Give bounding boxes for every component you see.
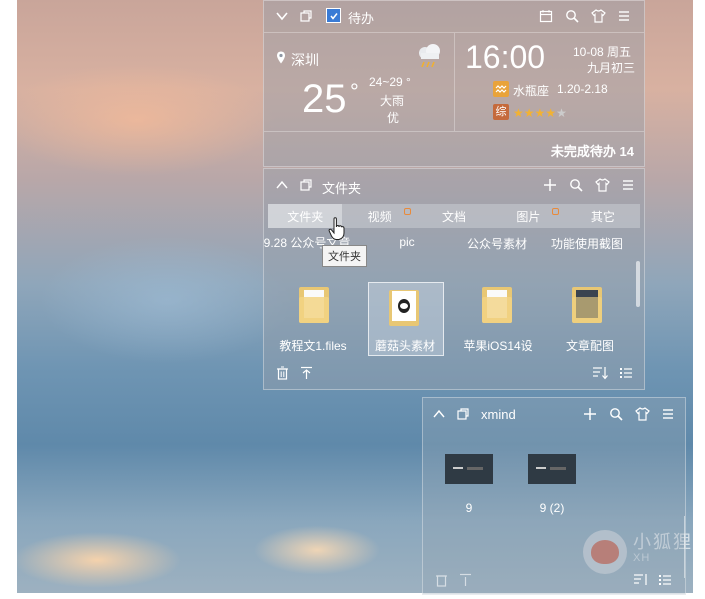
star-empty-icon: ★ <box>556 106 567 120</box>
xmind-file-label: 9 <box>465 501 473 515</box>
star-icon: ★ <box>534 106 546 120</box>
pending-divider <box>264 131 644 132</box>
weather-widget[interactable]: 深圳 25 ° 24~29 ° 大雨 优 <box>264 33 454 131</box>
shirt-theme-icon[interactable] <box>588 6 608 26</box>
chevron-down-icon[interactable] <box>272 6 292 26</box>
folder-tabs: 文件夹 视频 文档 图片 其它 <box>268 204 640 228</box>
lunar-date: 九月初三 <box>587 61 636 75</box>
menu-icon[interactable] <box>658 404 678 424</box>
scrollbar-thumb[interactable] <box>684 516 685 578</box>
menu-icon[interactable] <box>618 175 638 195</box>
plus-icon[interactable] <box>580 404 600 424</box>
tab-label: 文件夹 <box>287 209 324 224</box>
folder-name: pic <box>399 235 415 249</box>
folder-icon <box>299 285 329 323</box>
folder-name: 功能使用截图 <box>550 237 623 251</box>
plus-icon[interactable] <box>540 175 560 195</box>
xmind-panel-header: xmind <box>423 399 685 429</box>
tab-images[interactable]: 图片 <box>491 204 565 228</box>
folder-icon <box>572 285 602 323</box>
todo-panel-header: 待办 <box>264 1 644 31</box>
xmind-file-label: 9 (2) <box>539 501 565 515</box>
search-icon[interactable] <box>566 175 586 195</box>
star-icon: ★ <box>545 106 557 120</box>
trash-icon[interactable] <box>272 363 292 383</box>
pending-count: 14 <box>619 144 634 159</box>
todo-panel: 待办 深圳 25 ° 24~29 ° 大雨 优 16:00 10-08 周五 九… <box>263 0 645 167</box>
weather-temp-unit: ° <box>350 79 359 104</box>
new-badge-icon <box>404 208 412 215</box>
chevron-up-icon[interactable] <box>429 404 449 424</box>
rain-cloud-icon <box>416 43 444 74</box>
sort-icon[interactable] <box>590 363 610 383</box>
clock-widget[interactable]: 16:00 10-08 周五 九月初三 水瓶座 1.20-2.18 综 ★★★★… <box>455 33 644 131</box>
shirt-theme-icon[interactable] <box>632 404 652 424</box>
tab-label: 视频 <box>367 209 392 224</box>
window-restore-icon[interactable] <box>296 6 316 26</box>
clock-date: 10-08 周五 <box>573 45 632 59</box>
window-restore-icon[interactable] <box>296 175 316 195</box>
fortune-rating: ★★★★★ <box>513 104 567 122</box>
tab-label: 其它 <box>590 209 615 224</box>
folder-icon <box>389 288 419 326</box>
folder-panel: 文件夹 文件夹 视频 文档 图片 其它 9.28 公众号文章 pic 公众号素材… <box>263 168 645 390</box>
zodiac-dates: 1.20-2.18 <box>557 82 608 96</box>
folder-panel-header: 文件夹 <box>264 170 644 200</box>
air-quality: 优 <box>387 111 400 125</box>
fortune-icon: 综 <box>493 104 509 120</box>
weather-range: 24~29 ° <box>369 75 411 89</box>
xmind-panel: xmind 9 9 (2) <box>422 397 686 595</box>
menu-icon[interactable] <box>614 6 634 26</box>
xmind-file-thumbnail[interactable] <box>445 454 493 484</box>
list-view-icon[interactable] <box>616 363 636 383</box>
folder-label: 教程文1.files <box>279 339 347 353</box>
xmind-file-thumbnail[interactable] <box>528 454 576 484</box>
folder-panel-title: 文件夹 <box>322 181 362 196</box>
shirt-theme-icon[interactable] <box>592 175 612 195</box>
sort-icon[interactable] <box>631 570 651 590</box>
star-icon: ★ <box>513 106 524 120</box>
arrow-up-to-top-icon[interactable] <box>296 363 316 383</box>
folder-item[interactable]: pic <box>362 235 452 249</box>
xmind-panel-title: xmind <box>481 407 516 422</box>
star-icon: ★ <box>523 106 535 120</box>
tab-videos[interactable]: 视频 <box>342 204 416 228</box>
calendar-icon[interactable] <box>536 6 556 26</box>
hand-cursor-icon <box>328 217 346 246</box>
arrow-up-to-top-icon[interactable] <box>455 570 475 590</box>
todo-panel-title: 待办 <box>348 11 375 26</box>
chevron-up-icon[interactable] <box>272 175 292 195</box>
folder-name: 公众号素材 <box>466 237 527 251</box>
pending-todo-summary[interactable]: 未完成待办 14 <box>551 141 634 160</box>
folder-label: 蘑菇头素材 <box>374 339 435 353</box>
folder-label: 苹果iOS14设 <box>463 339 533 353</box>
weather-temp: 25 <box>302 77 347 121</box>
tab-label: 文档 <box>442 209 467 224</box>
clock-time: 16:00 <box>465 39 546 75</box>
zodiac-icon <box>493 81 509 97</box>
todo-checkbox[interactable] <box>326 8 341 23</box>
folder-icon <box>482 285 512 323</box>
scrollbar-thumb[interactable] <box>636 261 640 307</box>
location-pin-icon <box>276 51 286 69</box>
pending-label: 未完成待办 <box>550 144 616 159</box>
search-icon[interactable] <box>562 6 582 26</box>
window-restore-icon[interactable] <box>453 404 473 424</box>
new-badge-icon <box>552 208 560 215</box>
tab-other[interactable]: 其它 <box>566 204 640 228</box>
folder-item[interactable]: 公众号素材 <box>452 235 542 252</box>
weather-city: 深圳 <box>291 52 319 68</box>
tooltip: 文件夹 <box>322 245 367 267</box>
tab-label: 图片 <box>516 209 541 224</box>
list-view-icon[interactable] <box>655 570 675 590</box>
zodiac-name: 水瓶座 <box>513 84 550 98</box>
folder-item[interactable]: 功能使用截图 <box>542 235 632 252</box>
tab-documents[interactable]: 文档 <box>417 204 491 228</box>
weather-condition: 大雨 <box>380 94 405 108</box>
folder-label: 文章配图 <box>565 339 614 353</box>
trash-icon[interactable] <box>431 570 451 590</box>
search-icon[interactable] <box>606 404 626 424</box>
